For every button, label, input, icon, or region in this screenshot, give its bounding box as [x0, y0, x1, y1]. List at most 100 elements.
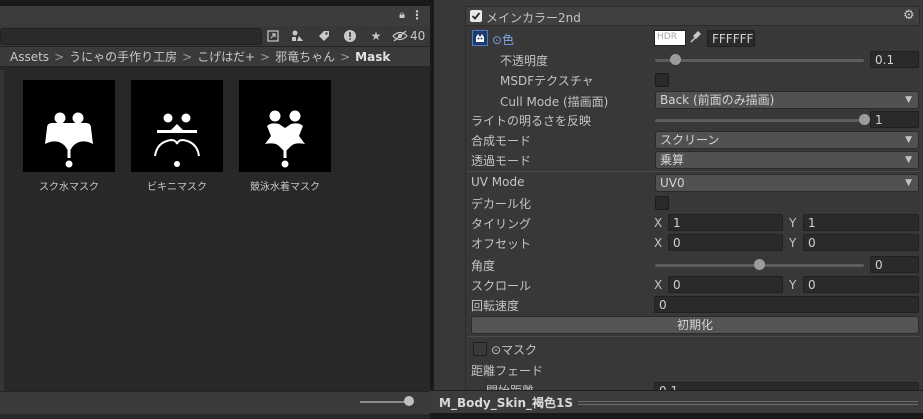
- offset-y-field[interactable]: 0: [803, 234, 919, 251]
- drag-handle-line: [578, 401, 918, 402]
- light-reflect-value-field[interactable]: 1: [870, 111, 919, 128]
- hdr-label: HDR: [657, 32, 677, 42]
- breadcrumb-current[interactable]: Mask: [355, 50, 390, 64]
- color-label: ⊙色: [492, 33, 515, 47]
- window-bottom-strip: [430, 413, 923, 419]
- chevron-right-icon: >: [182, 49, 193, 64]
- light-reflect-label: ライトの明るさを反映: [471, 114, 592, 128]
- folder-tree-edge: [0, 70, 4, 392]
- chevron-right-icon: >: [260, 49, 271, 64]
- cull-mode-dropdown[interactable]: Back (前面のみ描画) ▼: [655, 91, 919, 109]
- scroll-x-label: X: [654, 278, 663, 292]
- light-reflect-slider-handle[interactable]: [858, 114, 870, 125]
- inspector-panel: メインカラー2nd ⚙ ⊙色 HDR FFFFFF 不透明度 0.1 MSDFテ…: [434, 0, 923, 419]
- rotate-speed-field[interactable]: 0: [654, 296, 919, 313]
- opacity-value-field[interactable]: 0.1: [870, 51, 919, 68]
- alpha-mode-dropdown[interactable]: 乗算 ▼: [655, 151, 919, 169]
- more-menu-icon[interactable]: ⋮: [411, 8, 423, 24]
- search-by-type-icon[interactable]: [288, 27, 306, 45]
- color-swatch[interactable]: HDR: [654, 30, 686, 46]
- dropdown-arrow-icon: ▼: [905, 95, 912, 105]
- gear-icon[interactable]: ⚙: [903, 8, 915, 23]
- rotate-speed-label: 回転速度: [471, 299, 520, 313]
- chevron-right-icon: >: [54, 49, 65, 64]
- uv-mode-label: UV Mode: [471, 175, 525, 189]
- opacity-slider-handle[interactable]: [670, 54, 682, 65]
- msdf-label: MSDFテクスチャ: [500, 74, 594, 88]
- separator: [468, 171, 920, 172]
- scroll-y-field[interactable]: 0: [803, 276, 919, 293]
- offset-label: オフセット: [471, 237, 532, 251]
- reset-button[interactable]: 初期化: [471, 316, 919, 334]
- cull-mode-value: Back (前面のみ描画): [660, 93, 775, 107]
- section-enable-checkbox[interactable]: [470, 10, 482, 22]
- breadcrumb-item[interactable]: うにゃの手作り工房: [69, 48, 177, 65]
- light-reflect-slider-track[interactable]: [655, 119, 864, 122]
- tiling-x-field[interactable]: 1: [668, 214, 783, 231]
- project-tab-bar: [0, 6, 430, 27]
- asset-label: 競泳水着マスク: [250, 182, 320, 193]
- angle-value-field[interactable]: 0: [870, 256, 919, 273]
- opacity-slider-track[interactable]: [655, 59, 864, 62]
- asset-item[interactable]: ビキニマスク: [131, 80, 223, 193]
- offset-x-field[interactable]: 0: [668, 234, 783, 251]
- separator: [468, 336, 920, 337]
- hex-color-field[interactable]: FFFFFF: [707, 30, 755, 47]
- blend-mode-dropdown[interactable]: スクリーン ▼: [655, 131, 919, 149]
- alpha-mode-label: 透過モード: [471, 154, 532, 168]
- offset-y-label: Y: [789, 236, 797, 250]
- chevron-right-icon: >: [340, 49, 351, 64]
- scroll-y-label: Y: [789, 278, 797, 292]
- mask-thumbnail: [239, 80, 331, 172]
- warning-filter-icon[interactable]: [341, 27, 359, 45]
- asset-item[interactable]: 競泳水着マスク: [239, 80, 331, 193]
- material-preview-bar[interactable]: M_Body_Skin_褐色1S: [430, 390, 923, 414]
- breadcrumb-item[interactable]: Assets: [10, 50, 49, 64]
- decal-label: デカール化: [471, 197, 532, 211]
- alpha-mode-value: 乗算: [660, 153, 685, 167]
- tiling-y-field[interactable]: 1: [803, 214, 919, 231]
- eyedropper-icon[interactable]: [689, 30, 703, 46]
- texture-slot-icon[interactable]: [472, 30, 488, 46]
- dropdown-arrow-icon: ▼: [905, 178, 912, 188]
- blend-mode-value: スクリーン: [660, 133, 720, 147]
- asset-item[interactable]: スク水マスク: [23, 80, 115, 193]
- tiling-y-label: Y: [789, 216, 797, 230]
- thumbnail-size-slider-track[interactable]: [360, 401, 408, 403]
- offset-x-label: X: [654, 236, 663, 250]
- mask-label: ⊙マスク: [491, 343, 538, 357]
- breadcrumb: Assets > うにゃの手作り工房 > こげはだ+ > 邪竜ちゃん > Mas…: [0, 47, 430, 67]
- scroll-x-field[interactable]: 0: [668, 276, 783, 293]
- mask-thumbnail: [131, 80, 223, 172]
- create-icon[interactable]: [264, 27, 282, 45]
- section-title: メインカラー2nd: [486, 11, 581, 25]
- angle-slider-handle[interactable]: [754, 259, 765, 270]
- section-border: [465, 26, 466, 390]
- search-input[interactable]: [0, 28, 262, 45]
- asset-label: ビキニマスク: [147, 182, 207, 193]
- lock-icon[interactable]: 🔒︎: [395, 8, 409, 24]
- decal-checkbox[interactable]: [655, 196, 669, 210]
- scroll-label: スクロール: [471, 279, 532, 293]
- dropdown-arrow-icon: ▼: [905, 155, 912, 165]
- breadcrumb-item[interactable]: 邪竜ちゃん: [275, 48, 335, 65]
- search-by-label-icon[interactable]: [315, 27, 333, 45]
- mask-thumbnail: [23, 80, 115, 172]
- opacity-label: 不透明度: [500, 54, 549, 68]
- tiling-x-label: X: [654, 216, 663, 230]
- uv-mode-dropdown[interactable]: UV0 ▼: [655, 174, 919, 192]
- mask-checkbox[interactable]: [473, 342, 487, 356]
- hidden-count: 40: [410, 29, 426, 43]
- distance-fade-label: 距離フェード: [471, 364, 544, 378]
- project-window: 🔒︎ ⋮ ★ 40 Assets > うにゃの手作り工房 > こげはだ+ > 邪…: [0, 0, 430, 419]
- angle-label: 角度: [471, 259, 496, 273]
- msdf-checkbox[interactable]: [655, 73, 669, 87]
- favorite-star-icon[interactable]: ★: [367, 27, 385, 45]
- hidden-packages-eye-icon[interactable]: [391, 27, 409, 45]
- breadcrumb-item[interactable]: こげはだ+: [197, 48, 255, 65]
- uv-mode-value: UV0: [660, 176, 685, 190]
- thumbnail-size-slider-handle[interactable]: [404, 396, 414, 406]
- asset-label: スク水マスク: [39, 182, 99, 193]
- cull-mode-label: Cull Mode (描画面): [500, 95, 609, 109]
- drag-handle-line: [578, 404, 918, 405]
